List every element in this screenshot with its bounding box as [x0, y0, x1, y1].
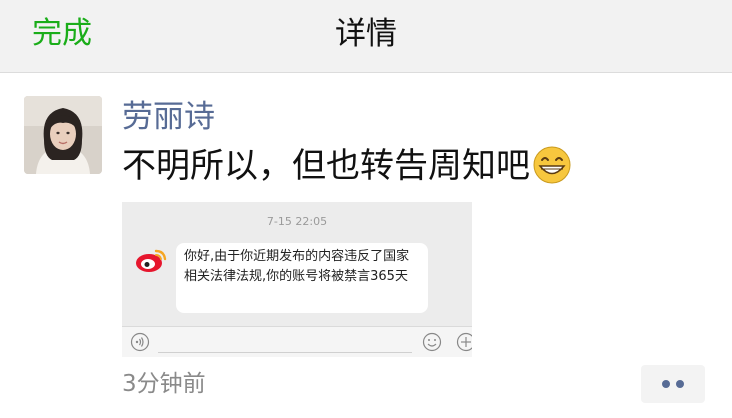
voice-icon	[130, 332, 150, 352]
more-actions-button[interactable]	[641, 365, 705, 403]
avatar-photo	[24, 96, 102, 174]
avatar[interactable]	[24, 96, 102, 174]
chat-input-bar	[122, 326, 472, 357]
smile-icon	[422, 332, 442, 352]
plus-icon	[456, 332, 472, 352]
page-title: 详情	[335, 16, 397, 52]
post-text-content: 不明所以，但也转告周知吧	[122, 146, 530, 186]
more-dot-icon	[662, 380, 670, 388]
grin-emoji-icon	[533, 146, 571, 184]
author-name[interactable]: 劳丽诗	[122, 96, 215, 138]
message-timestamp: 7-15 22:05	[266, 215, 328, 228]
navigation-bar: 完成 详情	[0, 0, 732, 73]
post-text: 不明所以，但也转告周知吧	[122, 142, 572, 190]
post-time: 3分钟前	[122, 371, 206, 397]
message-bubble: 你好,由于你近期发布的内容违反了国家相关法律法规,你的账号将被禁言365天	[176, 243, 428, 313]
more-dot-icon	[676, 380, 684, 388]
weibo-icon	[136, 249, 167, 272]
screenshot-image[interactable]: 7-15 22:05 你好,由于你近期发布的内容违反了国家相关法律法规,你的账号…	[122, 202, 472, 357]
chat-input-field	[158, 333, 412, 353]
